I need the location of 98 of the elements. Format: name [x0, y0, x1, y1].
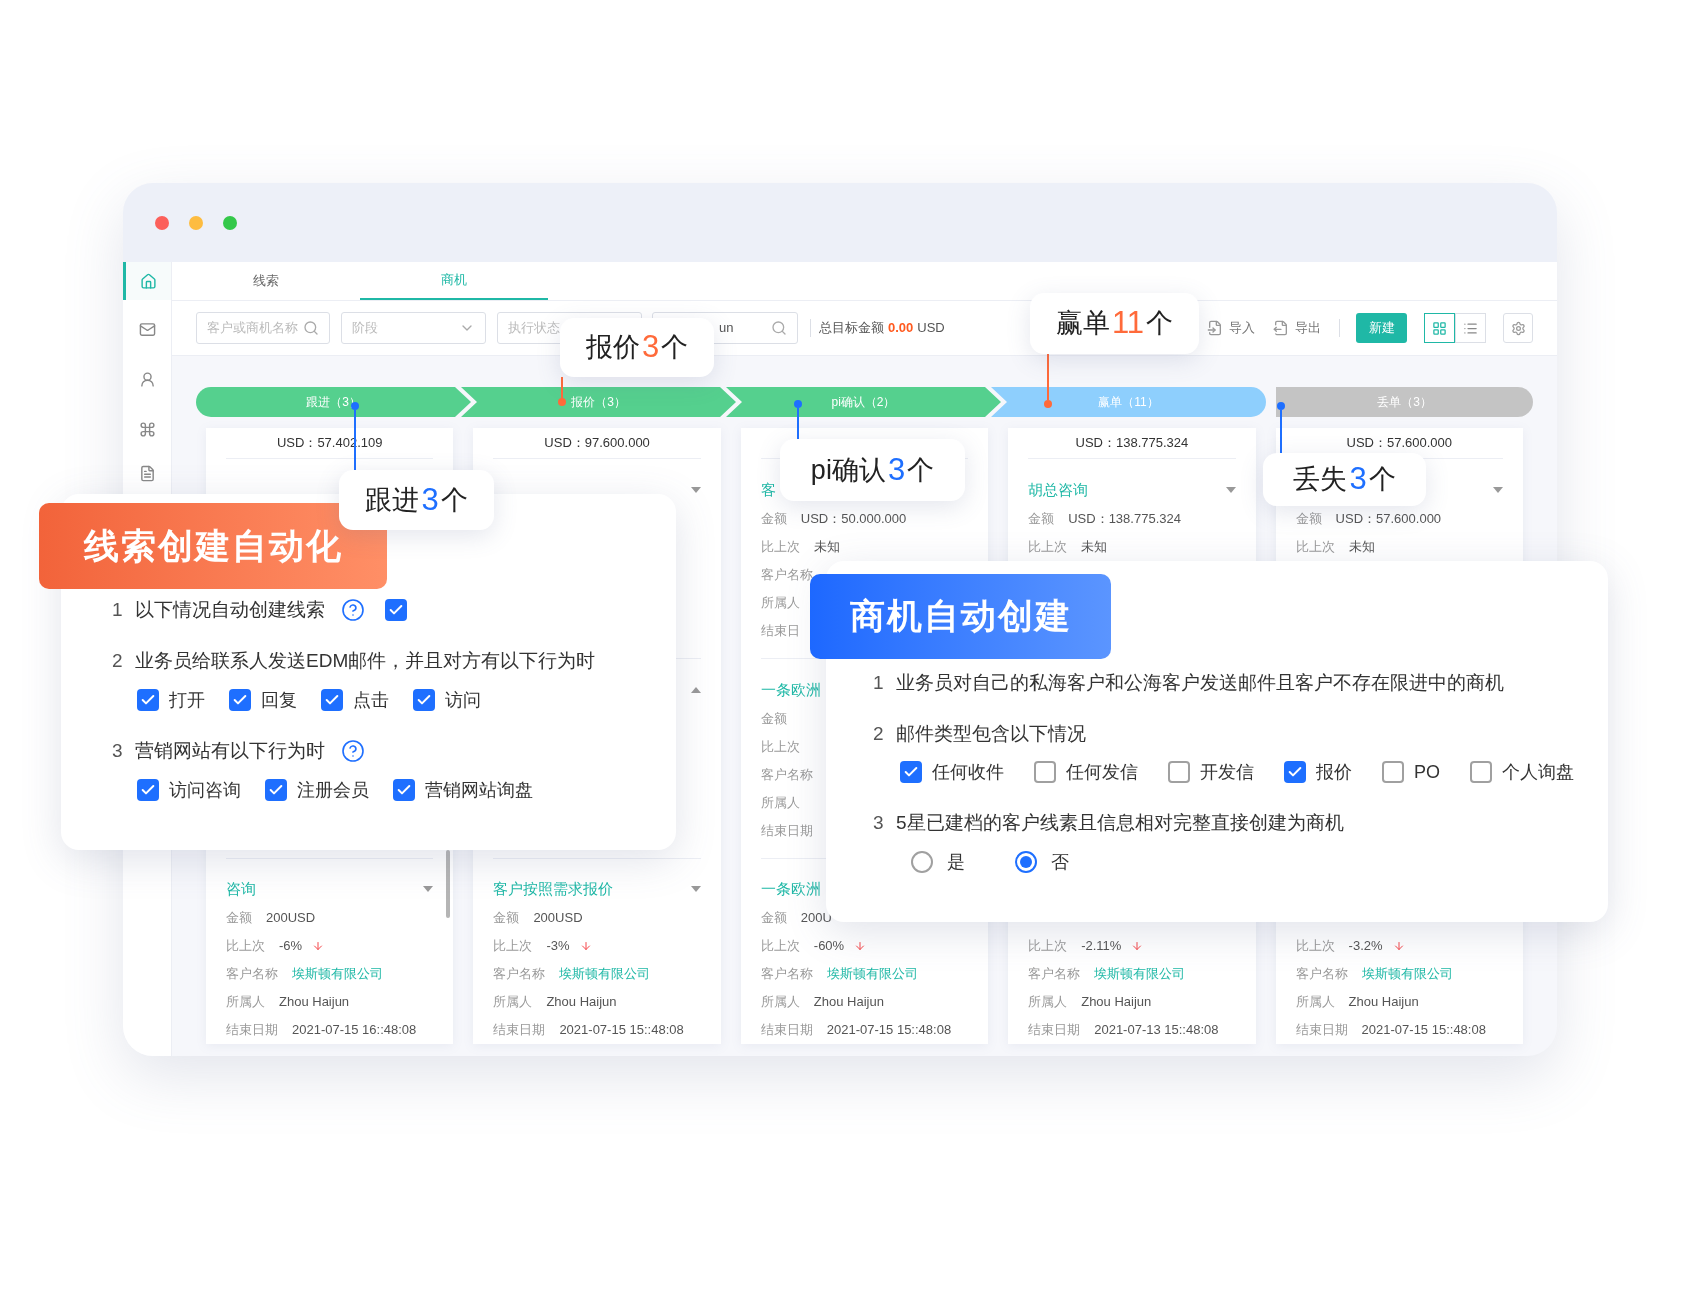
field-value: 200USD: [533, 909, 583, 928]
field-label: 比上次: [760, 937, 800, 956]
stage-total: USD：97.600.000: [544, 434, 650, 453]
field-value: Zhou Haijun: [1348, 993, 1419, 1012]
field-label: 所属人: [760, 594, 800, 613]
option-label: 回复: [261, 688, 297, 712]
option-label: 否: [1051, 850, 1069, 874]
field-label: 金额: [760, 510, 787, 529]
field-label: 比上次: [1028, 937, 1068, 956]
option-label: 任何收件: [932, 760, 1004, 784]
item-text: 5星已建档的客户线素且信息相对完整直接创建为商机: [896, 810, 1344, 835]
field-value: 2021-07-15 15::48:08: [826, 1021, 952, 1040]
field-label: 客户名称: [760, 566, 813, 585]
field-value: USD：138.775.324: [1068, 510, 1181, 529]
field-value: 2021-07-15 15::48:08: [1361, 1021, 1486, 1040]
field-label: 结束日期: [760, 822, 813, 841]
stage-total: USD：138.775.324: [1075, 434, 1189, 453]
item-number: 3: [112, 738, 124, 763]
field-label: 客户名称: [493, 965, 546, 984]
field-label: 结束日期: [1295, 1021, 1348, 1040]
field-label: 金额: [760, 909, 787, 928]
item-text: 业务员给联系人发送EDM邮件，并且对方有以下行为时: [135, 648, 596, 673]
field-label: 客户名称: [760, 965, 813, 984]
target-total-amount: 0.00: [888, 319, 914, 338]
field-label: 比上次: [1295, 538, 1335, 557]
field-value: 2021-07-13 15::48:08: [1094, 1021, 1219, 1040]
field-label: 金额: [760, 710, 787, 729]
field-label: 结束日: [760, 622, 800, 641]
option-label: 访问: [445, 688, 481, 712]
count-tooltip: 丢失3个: [1263, 453, 1426, 506]
field-value: 未知: [813, 538, 840, 557]
option-label: 注册会员: [297, 778, 369, 802]
field-value: Zhou Haijun: [813, 993, 884, 1012]
field-value: 未知: [1348, 538, 1375, 557]
field-label: 比上次: [1028, 538, 1068, 557]
field-value: 200U: [800, 909, 832, 928]
item-text: 邮件类型包含以下情况: [896, 721, 1086, 746]
field-value: USD：57.600.000: [1335, 510, 1442, 529]
item-number: 1: [873, 670, 885, 695]
field-label: 金额: [226, 909, 252, 928]
field-value: 2021-07-15 15::48:08: [559, 1021, 684, 1040]
item-text: 业务员对自己的私海客户和公海客户发送邮件且客户不存在限进中的商机: [896, 670, 1504, 695]
field-label: 所属人: [493, 993, 533, 1012]
field-value: -6%: [279, 937, 303, 956]
field-label: 客户名称: [1295, 965, 1348, 984]
field-label: 所属人: [226, 993, 265, 1012]
field-value: -3.2%: [1348, 937, 1383, 956]
option-label: 营销网站询盘: [425, 778, 533, 802]
item-text: 营销网站有以下行为时: [135, 738, 325, 763]
field-value: USD：50.000.000: [800, 510, 907, 529]
item-number: 3: [873, 810, 885, 835]
option-label: 打开: [169, 688, 205, 712]
field-label: 金额: [1028, 510, 1055, 529]
field-label: 比上次: [226, 937, 265, 956]
field-value: Zhou Haijun: [1081, 993, 1152, 1012]
count-tooltip: pi确认3个: [780, 439, 965, 501]
field-label: 客户名称: [226, 965, 278, 984]
stage-total: USD：57.600.000: [1346, 434, 1453, 453]
field-label: 客户名称: [1028, 965, 1081, 984]
item-number: 2: [112, 648, 124, 673]
option-label: 点击: [353, 688, 389, 712]
field-value: -60%: [813, 937, 845, 956]
option-label: 访问咨询: [169, 778, 241, 802]
field-value: Zhou Haijun: [546, 993, 617, 1012]
option-label: 是: [947, 850, 965, 874]
field-label: 金额: [493, 909, 520, 928]
count-tooltip: 赢单11个: [1030, 293, 1199, 354]
option-label: 开发信: [1200, 760, 1254, 784]
field-label: 所属人: [760, 993, 800, 1012]
field-label: 金额: [1295, 510, 1322, 529]
field-label: 比上次: [1295, 937, 1335, 956]
field-value: -2.11%: [1081, 937, 1122, 956]
field-label: 所属人: [1295, 993, 1335, 1012]
field-label: 所属人: [760, 794, 800, 813]
option-label: 任何发信: [1066, 760, 1138, 784]
target-total-label: 总目标金额: [819, 319, 884, 338]
field-value: Zhou Haijun: [279, 993, 350, 1012]
count-tooltip: 报价3个: [560, 318, 714, 377]
option-label: 个人询盘: [1502, 760, 1574, 784]
option-label: 报价: [1316, 760, 1352, 784]
field-label: 比上次: [760, 738, 800, 757]
field-label: 结束日期: [493, 1021, 546, 1040]
field-value: 2021-07-15 16::48:08: [292, 1021, 417, 1040]
field-value: -3%: [546, 937, 570, 956]
item-number: 2: [873, 721, 885, 746]
item-text: 以下情况自动创建线索: [135, 597, 325, 622]
field-label: 所属人: [1028, 993, 1068, 1012]
field-label: 结束日期: [1028, 1021, 1081, 1040]
option-label: PO: [1414, 760, 1440, 784]
field-label: 结束日期: [226, 1021, 278, 1040]
item-number: 1: [112, 597, 124, 622]
field-value: 200USD: [266, 909, 316, 928]
field-label: 比上次: [493, 937, 533, 956]
target-total-currency: USD: [917, 319, 945, 338]
field-label: 比上次: [760, 538, 800, 557]
field-label: 客户名称: [760, 766, 813, 785]
field-label: 结束日期: [760, 1021, 813, 1040]
field-value: 未知: [1081, 538, 1108, 557]
